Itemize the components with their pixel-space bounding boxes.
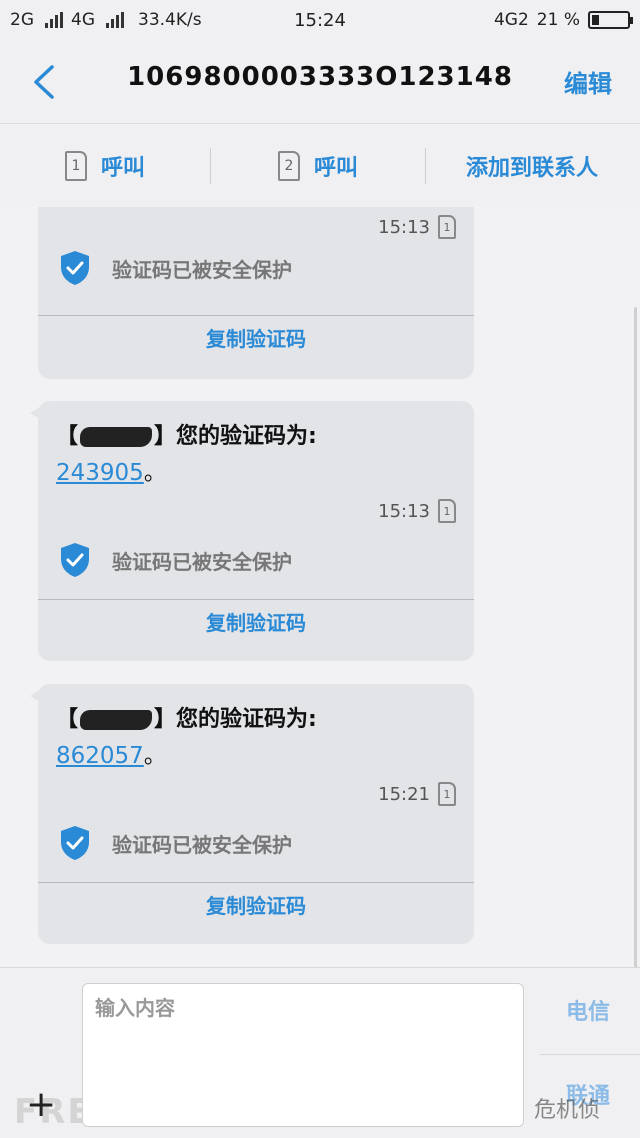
bubble-divider (38, 599, 474, 600)
status-left: 2G 4G 33.4K/s (10, 10, 202, 30)
network-type-2: 4G (71, 10, 95, 30)
network-type-1: 2G (10, 10, 34, 30)
message-text: 【 】您的验证码为: 243905。 (56, 419, 456, 492)
battery-percent: 21 % (536, 10, 580, 30)
message-meta: 15:13 1 (378, 499, 456, 523)
bracket-open: 【 (56, 424, 79, 449)
status-bar: 2G 4G 33.4K/s 15:24 4G2 21 % (0, 0, 640, 40)
sim-card-icon: 2 (277, 151, 300, 181)
sim-card-icon: 1 (438, 499, 456, 523)
bubble-divider (38, 315, 474, 316)
sim-card-icon: 1 (438, 215, 456, 239)
redacted-sender (80, 710, 153, 730)
message-time: 15:13 (378, 216, 430, 238)
message-time: 15:13 (378, 500, 430, 522)
message-list[interactable]: 15:13 1 验证码已被安全保护 复制验证码 【】您的验证码为: 243905… (0, 207, 640, 967)
shield-check-icon (61, 251, 89, 285)
network-speed: 33.4K/s (138, 10, 202, 30)
secure-row: 验证码已被安全保护 (58, 824, 292, 862)
verification-code-link[interactable]: 862057 (56, 743, 144, 769)
battery-fill (592, 15, 600, 25)
message-text: 【 】您的验证码为: 862057。 (56, 702, 456, 775)
message-bubble[interactable]: 【 】您的验证码为: 862057。 15:21 1 验证码已被安全保护 复制验证… (30, 684, 474, 944)
message-time: 15:21 (378, 783, 430, 805)
secure-text: 验证码已被安全保护 (112, 549, 292, 574)
compose-bar: FREEBUF + 电信 联通 危机侦 (0, 967, 640, 1138)
verification-code-link[interactable]: 243905 (56, 460, 144, 486)
shield-check-icon (61, 826, 89, 860)
signal-icon (106, 12, 124, 28)
message-bubble[interactable]: 15:13 1 验证码已被安全保护 复制验证码 (38, 207, 474, 379)
copy-code-button[interactable]: 复制验证码 (38, 607, 474, 636)
corner-watermark: 危机侦 (534, 1098, 601, 1123)
signal-icon (45, 12, 63, 28)
secure-row: 验证码已被安全保护 (58, 249, 292, 287)
copy-code-button[interactable]: 复制验证码 (38, 890, 474, 919)
sim-card-icon: 1 (438, 782, 456, 806)
add-contact-button[interactable]: 添加到联系人 (426, 150, 638, 182)
page-title: 1069800003333O123148 (127, 62, 513, 92)
attach-plus-button[interactable]: + (26, 1084, 56, 1125)
call-sim1-button[interactable]: 1 呼叫 (0, 150, 210, 182)
scrollbar[interactable] (634, 307, 637, 967)
shield-check-icon (61, 543, 89, 577)
message-body: 】您的验证码为: (154, 707, 317, 732)
title-bar: 1069800003333O123148 编辑 (0, 40, 640, 124)
edit-button[interactable]: 编辑 (564, 64, 612, 99)
message-input[interactable] (82, 983, 524, 1127)
divider (540, 1054, 640, 1055)
call-sim1-label: 呼叫 (100, 156, 145, 181)
bubble-divider (38, 882, 474, 883)
copy-code-button[interactable]: 复制验证码 (38, 323, 474, 352)
message-bubble[interactable]: 【 】您的验证码为: 243905。 15:13 1 验证码已被安全保护 复制验证… (30, 401, 474, 661)
message-meta: 15:21 1 (378, 782, 456, 806)
send-telecom-button[interactable]: 电信 (566, 994, 610, 1026)
call-sim2-button[interactable]: 2 呼叫 (211, 150, 425, 182)
back-arrow-icon[interactable] (30, 64, 60, 100)
network-type-right: 4G2 (493, 10, 529, 30)
period: 。 (143, 744, 166, 769)
redacted-sender (80, 427, 153, 447)
secure-text: 验证码已被安全保护 (112, 257, 292, 282)
period: 。 (143, 461, 166, 486)
bracket-open: 【 (56, 707, 79, 732)
call-sim2-label: 呼叫 (313, 156, 358, 181)
action-bar: 1 呼叫 2 呼叫 添加到联系人 (0, 125, 640, 207)
secure-text: 验证码已被安全保护 (112, 832, 292, 857)
message-body: 】您的验证码为: (154, 424, 317, 449)
secure-row: 验证码已被安全保护 (58, 541, 292, 579)
message-meta: 15:13 1 (378, 215, 456, 239)
sim-card-icon: 1 (64, 151, 87, 181)
battery-icon (588, 11, 633, 29)
status-right: 4G2 21 % (493, 10, 633, 30)
